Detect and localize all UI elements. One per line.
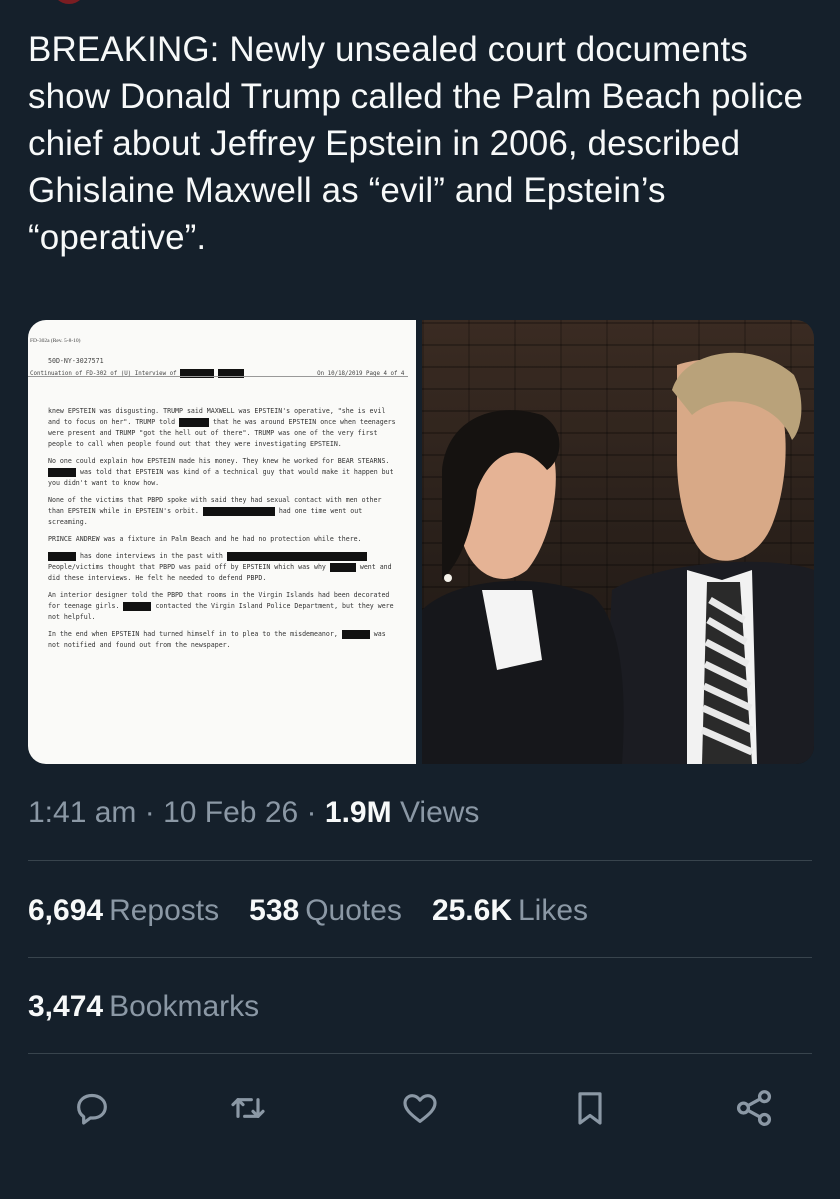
doc-paragraph: No one could explain how EPSTEIN made hi… bbox=[48, 457, 394, 487]
reply-icon[interactable] bbox=[68, 1084, 116, 1132]
share-icon[interactable] bbox=[730, 1084, 778, 1132]
views-label: Views bbox=[399, 796, 480, 829]
divider bbox=[28, 1053, 812, 1054]
views-count: 1.9M bbox=[324, 796, 392, 829]
likes-stat[interactable]: 25.6K Likes bbox=[432, 894, 588, 928]
tweet-text: BREAKING: Newly unsealed court documents… bbox=[28, 30, 804, 257]
tweet-date[interactable]: 10 Feb 26 bbox=[163, 796, 298, 829]
engagement-stats: 6,694 Reposts 538 Quotes 25.6K Likes bbox=[28, 894, 588, 928]
divider bbox=[28, 957, 812, 958]
action-bar bbox=[28, 1084, 812, 1134]
tweet-media[interactable]: FD-302a (Rev. 5-8-10) 50D-NY-3027571 Con… bbox=[28, 320, 814, 764]
doc-paragraph: knew EPSTEIN was disgusting. TRUMP said … bbox=[48, 407, 396, 448]
header-rule bbox=[28, 376, 408, 377]
doc-paragraph: In the end when EPSTEIN had turned himse… bbox=[48, 629, 386, 649]
doc-paragraph: has done interviews in the past with Peo… bbox=[48, 551, 392, 582]
doc-header-line: Continuation of FD-302 of (U) Interview … bbox=[30, 369, 405, 378]
document-image[interactable]: FD-302a (Rev. 5-8-10) 50D-NY-3027571 Con… bbox=[28, 320, 416, 764]
divider bbox=[28, 860, 812, 861]
form-id: FD-302a (Rev. 5-8-10) bbox=[30, 338, 81, 344]
doc-paragraph: None of the victims that PBPD spoke with… bbox=[48, 496, 382, 526]
document-body: knew EPSTEIN was disgusting. TRUMP said … bbox=[48, 406, 400, 657]
repost-icon[interactable] bbox=[224, 1084, 272, 1132]
quotes-stat[interactable]: 538 Quotes bbox=[249, 894, 402, 928]
avatar[interactable] bbox=[52, 0, 86, 4]
photo-image[interactable] bbox=[422, 320, 814, 764]
tweet-meta: 1:41 am · 10 Feb 26 · 1.9M Views bbox=[28, 796, 480, 829]
doc-paragraph: PRINCE ANDREW was a fixture in Palm Beac… bbox=[48, 535, 362, 543]
bookmarks-stat[interactable]: 3,474 Bookmarks bbox=[28, 990, 259, 1024]
reposts-stat[interactable]: 6,694 Reposts bbox=[28, 894, 219, 928]
file-number: 50D-NY-3027571 bbox=[48, 357, 104, 365]
tweet-time[interactable]: 1:41 am bbox=[28, 796, 136, 829]
like-icon[interactable] bbox=[396, 1084, 444, 1132]
bookmark-icon[interactable] bbox=[566, 1084, 614, 1132]
doc-paragraph: An interior designer told the PBPD that … bbox=[48, 591, 394, 621]
